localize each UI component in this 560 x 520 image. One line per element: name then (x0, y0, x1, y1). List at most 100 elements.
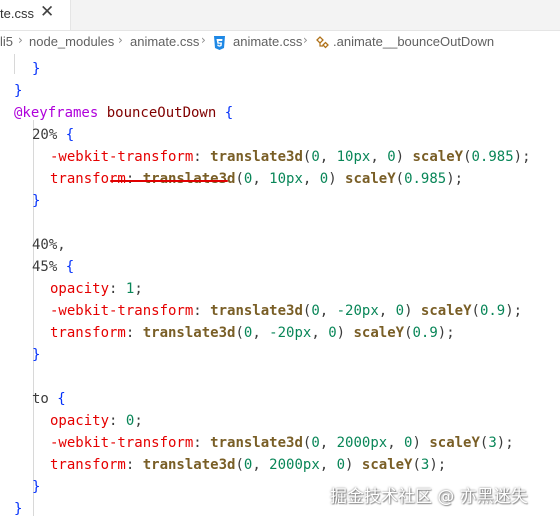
close-icon[interactable]: ✕ (40, 2, 54, 22)
code-token: ); (505, 303, 523, 319)
code-token: scaleY (412, 149, 464, 165)
code-token: { (57, 391, 66, 407)
code-line: } (32, 58, 40, 80)
code-token: 0 (311, 303, 320, 319)
code-token: 0 (311, 435, 320, 451)
code-token: ( (235, 325, 244, 341)
code-token: ) (412, 435, 430, 451)
code-line: 40%, (32, 234, 66, 256)
breadcrumb: li5 › node_modules › animate.css › anima… (0, 31, 560, 53)
code-token: , (252, 457, 270, 473)
code-token: 0 (395, 303, 405, 319)
code-token: ( (471, 303, 480, 319)
code-token: 10px (269, 171, 303, 187)
code-token: 2000px (336, 435, 388, 451)
code-token: } (14, 501, 23, 517)
tab-bar: te.css ✕ (0, 0, 560, 31)
code-line: transform: translate3d(0, 2000px, 0) sca… (50, 454, 446, 476)
code-token: , (302, 171, 320, 187)
chevron-right-icon: › (118, 33, 123, 47)
indent-guide (33, 120, 34, 516)
code-token: translate3d (210, 303, 303, 319)
code-token: 0 (319, 171, 329, 187)
code-token: ); (496, 435, 514, 451)
code-token: -webkit-transform (50, 435, 194, 451)
code-token: 0 (328, 325, 337, 341)
watermark: 掘金技术社区 @ 亦黑迷失 (330, 487, 528, 507)
code-editor[interactable]: }} @keyframes bounceOutDown {20% {-webkit… (0, 54, 560, 520)
code-token: -20px (336, 303, 379, 319)
tab-label: te.css (0, 6, 34, 21)
code-line: } (14, 498, 22, 520)
code-line: } (14, 80, 22, 102)
code-line: to { (32, 388, 66, 410)
code-token: 0 (311, 149, 320, 165)
code-line: opacity: 1; (50, 278, 143, 300)
code-token: -webkit-transform (50, 303, 194, 319)
code-token: scaleY (420, 303, 472, 319)
code-token: 0.985 (404, 171, 447, 187)
code-line: opacity: 0; (50, 410, 143, 432)
code-token: 0.9 (412, 325, 438, 341)
indent-guide (14, 54, 15, 74)
code-token: -20px (269, 325, 312, 341)
code-line: transform: translate3d(0, -20px, 0) scal… (50, 322, 455, 344)
breadcrumb-item-symbol[interactable]: .animate__bounceOutDown (333, 34, 494, 49)
code-line: } (32, 476, 40, 498)
code-token: ) (336, 325, 354, 341)
code-token: bounceOutDown (106, 105, 217, 121)
tab-animate-css[interactable]: te.css ✕ (0, 0, 71, 30)
code-token: ( (412, 457, 421, 473)
code-token: { (65, 127, 75, 143)
breadcrumb-item-folder[interactable]: li5 (0, 34, 13, 49)
code-token: translate3d (210, 149, 303, 165)
breadcrumb-item-node-modules[interactable]: node_modules (29, 34, 114, 49)
code-token: , (252, 171, 270, 187)
breadcrumb-item-animate-css-file[interactable]: animate.css (233, 34, 302, 49)
code-token: : (193, 435, 211, 451)
code-token: @keyframes (14, 105, 107, 121)
code-token: 40%, (32, 237, 66, 253)
code-token: ) (328, 171, 346, 187)
code-token: } (32, 193, 41, 209)
code-token: -webkit-transform (50, 149, 194, 165)
symbol-class-icon (316, 36, 329, 49)
chevron-right-icon: › (201, 33, 206, 47)
code-token: { (65, 259, 75, 275)
code-token: translate3d (142, 457, 236, 473)
code-token: ); (437, 325, 455, 341)
code-token: : (109, 413, 126, 429)
css3-file-icon (214, 36, 225, 50)
code-token: scaleY (345, 171, 396, 187)
code-token: opacity (50, 413, 110, 429)
code-token: ) (395, 149, 413, 165)
code-token: 0.985 (471, 149, 514, 165)
code-token: } (32, 347, 41, 363)
code-token: opacity (50, 281, 110, 297)
code-token: , (387, 435, 405, 451)
code-token: ( (404, 325, 413, 341)
chevron-right-icon: › (303, 33, 308, 47)
code-line: } (32, 344, 40, 366)
code-token: : (125, 171, 143, 187)
code-token: , (370, 149, 388, 165)
code-token: to (32, 391, 58, 407)
code-token: : (109, 281, 126, 297)
code-line: -webkit-transform: translate3d(0, 2000px… (50, 432, 514, 454)
code-token: transform (50, 171, 126, 187)
code-token: transform (50, 325, 126, 341)
code-token: scaleY (353, 325, 405, 341)
breadcrumb-item-animate-css-folder[interactable]: animate.css (130, 34, 199, 49)
chevron-right-icon: › (18, 33, 23, 47)
code-token: translate3d (142, 325, 236, 341)
code-token: , (319, 303, 337, 319)
code-token: } (14, 83, 23, 99)
code-token: 2000px (269, 457, 320, 473)
code-token: ( (235, 171, 244, 187)
code-token: , (252, 325, 270, 341)
code-token: , (319, 457, 337, 473)
code-token: , (311, 325, 329, 341)
code-token: 20% (32, 127, 66, 143)
code-line: @keyframes bounceOutDown { (14, 102, 233, 124)
red-underline-annotation (110, 180, 228, 182)
